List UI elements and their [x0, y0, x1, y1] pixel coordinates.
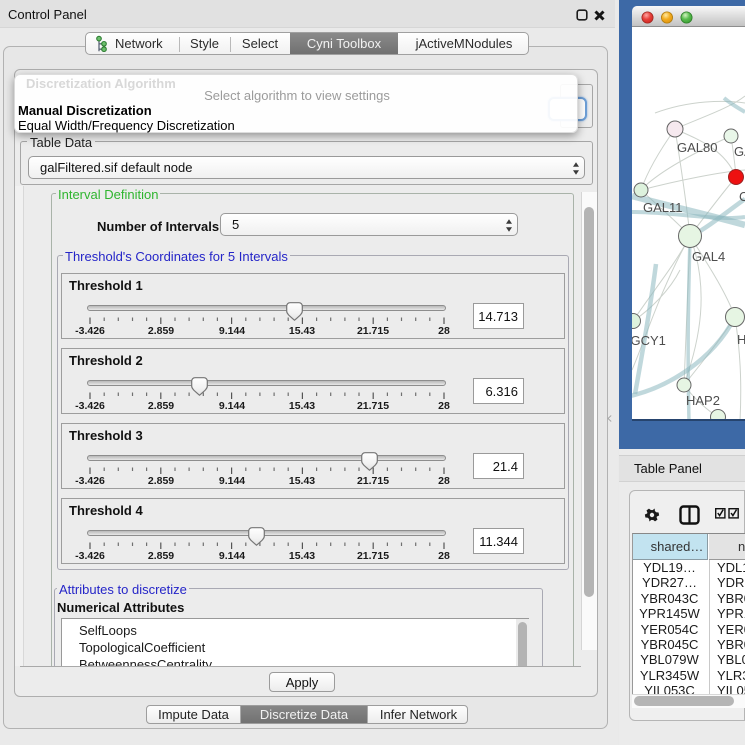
svg-text:HAP2: HAP2	[686, 393, 720, 408]
svg-text:GAL11: GAL11	[643, 200, 683, 215]
svg-text:GCY1: GCY1	[632, 333, 666, 348]
svg-text:GAL4: GAL4	[692, 249, 725, 264]
svg-text:GA: GA	[734, 144, 745, 159]
svg-text:C: C	[739, 189, 745, 204]
svg-text:H: H	[737, 332, 745, 347]
svg-text:GAL80: GAL80	[677, 140, 717, 155]
